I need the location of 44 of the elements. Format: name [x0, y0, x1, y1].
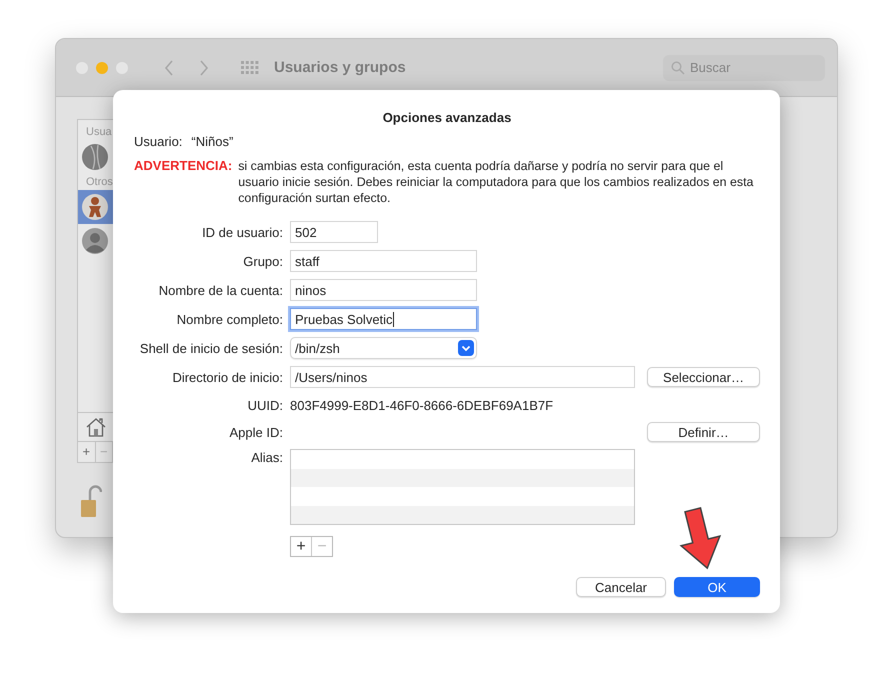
field-label: Apple ID: [228, 424, 283, 440]
text-field[interactable]: Pruebas Solvetic [290, 308, 477, 330]
field-label: Nombre de la cuenta: [158, 282, 283, 298]
warning-label: ADVERTENCIA: [134, 158, 232, 175]
push-button[interactable]: Seleccionar… [647, 367, 760, 387]
avatar-icon [81, 227, 109, 255]
padlock-icon[interactable] [80, 485, 102, 519]
warning-text: si cambias esta configuración, esta cuenta podría dañarse y podría no servir para que el usuario inicie sesión. Debes reiniciar la computadora para que los cambios realizados en esta configuración surtan efecto. [238, 158, 754, 206]
text-cursor [392, 312, 394, 326]
section-header: Otros [85, 175, 113, 190]
house-icon[interactable] [85, 416, 107, 438]
grid-icon[interactable] [241, 60, 259, 74]
field-label: Shell de inicio de sesión: [138, 340, 283, 356]
cancel-button[interactable]: Cancelar [576, 577, 666, 597]
push-button[interactable]: Definir… [647, 422, 760, 442]
forward-icon[interactable] [199, 60, 209, 76]
field-label: UUID: [246, 398, 283, 412]
field-label: Directorio de inicio: [171, 370, 283, 384]
list-edit-button[interactable]: + [78, 442, 96, 462]
section-header: Usua [85, 125, 113, 140]
avatar-icon [81, 143, 109, 171]
text-field[interactable]: 502 [290, 221, 378, 243]
user-row[interactable] [78, 190, 113, 224]
chevron-down-icon [458, 340, 474, 356]
alias-list[interactable] [290, 449, 635, 525]
ok-button[interactable]: OK [674, 577, 760, 597]
shell-dropdown[interactable]: /bin/zsh [290, 337, 477, 359]
user-name: “Niños” [191, 134, 234, 150]
user-label: Usuario: [134, 134, 182, 150]
text-field[interactable]: /Users/ninos [290, 366, 635, 388]
list-edit-button[interactable]: + [291, 537, 311, 556]
field-label: ID de usuario: [201, 224, 283, 240]
avatar-icon [81, 193, 109, 221]
dialog-title: Opciones avanzadas [382, 110, 512, 126]
text-field[interactable]: staff [290, 250, 477, 272]
uuid-value: 803F4999-E8D1-46F0-8666-6DEBF69A1B7F [290, 398, 554, 412]
back-icon[interactable] [164, 60, 174, 76]
field-label: Grupo: [242, 254, 283, 268]
field-label: Nombre completo: [176, 312, 283, 326]
text-field[interactable]: ninos [290, 279, 477, 301]
search-field[interactable]: Buscar [663, 54, 825, 80]
window-title: Usuarios y grupos [274, 59, 406, 76]
minimize-button[interactable] [96, 62, 108, 74]
field-label: Alias: [250, 450, 283, 465]
